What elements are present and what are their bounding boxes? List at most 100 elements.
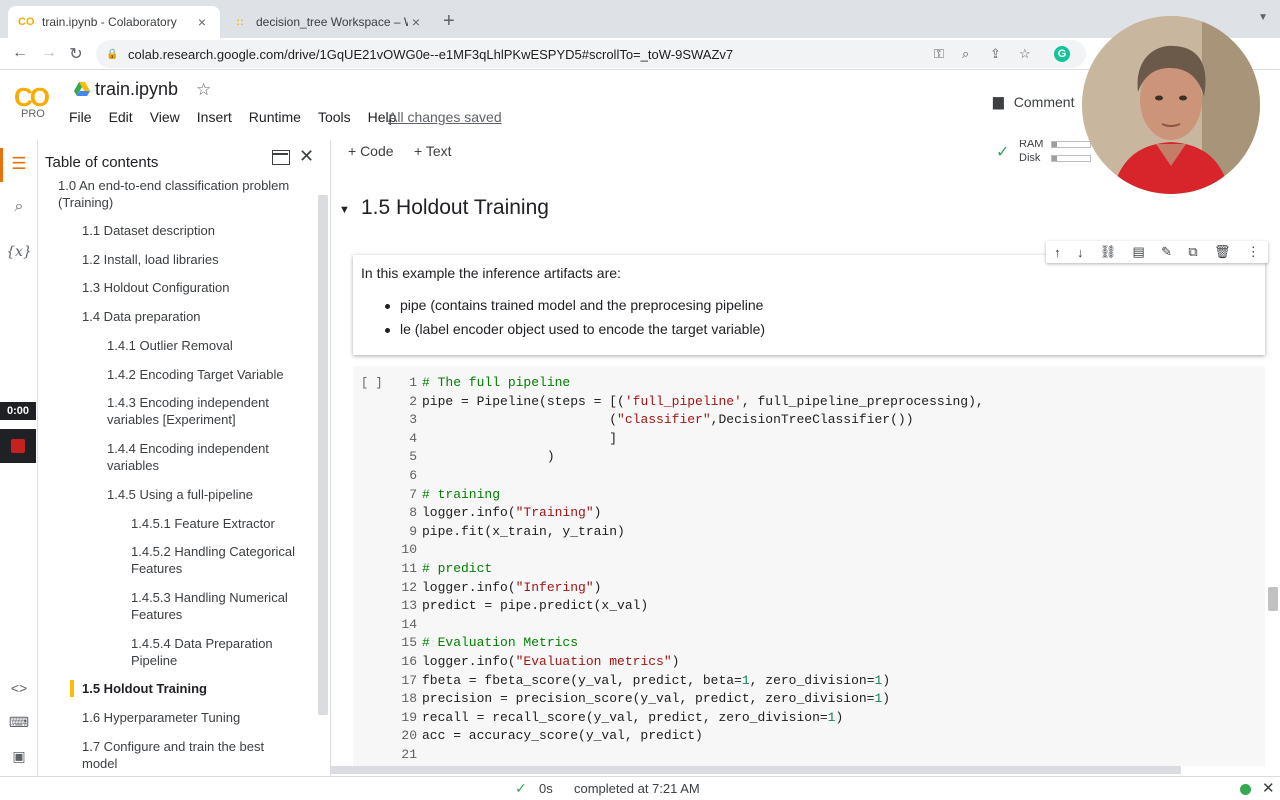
grammarly-extension-icon[interactable]: G [1054, 46, 1070, 62]
variables-icon[interactable]: {x} [0, 244, 38, 260]
toc-item[interactable]: 1.2 Install, load libraries [82, 251, 219, 268]
code-text: precision = precision_score(y_val, predi… [422, 691, 891, 707]
terminal-icon[interactable]: ▣ [0, 748, 38, 765]
menu-view[interactable]: View [150, 109, 180, 125]
toc-item[interactable]: 1.4.5.4 Data Preparation Pipeline [131, 635, 301, 669]
google-drive-icon[interactable] [74, 82, 90, 96]
more-icon[interactable]: ⋮ [1247, 244, 1260, 260]
forward-icon[interactable]: → [39, 44, 59, 62]
code-text: recall = recall_score(y_val, predict, ze… [422, 709, 844, 725]
edit-icon[interactable]: ✎ [1161, 244, 1172, 260]
section-heading: 1.5 Holdout Training [361, 196, 549, 219]
text-paragraph: In this example the inference artifacts … [361, 265, 621, 281]
toc-item[interactable]: 1.0 An end-to-end classification problem… [58, 177, 308, 211]
wandb-favicon-icon: :: [236, 16, 244, 28]
toc-item[interactable]: 1.4.5 Using a full-pipeline [107, 486, 253, 503]
code-text: # The full pipeline [422, 375, 571, 390]
close-tab-icon[interactable]: × [194, 14, 210, 30]
line-number: 11 [401, 561, 417, 576]
bullet-list: pipe (contains trained model and the pre… [383, 297, 765, 345]
comment-icon[interactable]: ▤ [1133, 244, 1145, 260]
menu-edit[interactable]: Edit [109, 109, 133, 125]
menu-runtime[interactable]: Runtime [249, 109, 301, 125]
bookmark-star-icon[interactable]: ☆ [1019, 46, 1031, 62]
add-code-button[interactable]: + Code [348, 143, 394, 159]
line-number: 15 [401, 635, 417, 651]
delete-icon[interactable]: 🗑 [1214, 244, 1231, 260]
toc-item[interactable]: 1.4.1 Outlier Removal [107, 337, 233, 354]
open-in-tab-icon[interactable] [272, 150, 290, 165]
toc-item[interactable]: 1.4.2 Encoding Target Variable [107, 366, 284, 383]
menu-tools[interactable]: Tools [318, 109, 351, 125]
move-up-icon[interactable]: ↑ [1054, 245, 1061, 260]
collapse-section-icon[interactable]: ▼ [339, 204, 350, 216]
reload-icon[interactable]: ↻ [66, 44, 86, 64]
disk-bar [1051, 155, 1091, 162]
add-text-button[interactable]: + Text [414, 143, 452, 159]
line-number: 9 [409, 523, 417, 539]
toc-item[interactable]: 1.6 Hyperparameter Tuning [82, 709, 240, 726]
comment-button[interactable]: ▆ Comment [993, 93, 1074, 110]
close-tab-icon[interactable]: × [408, 14, 424, 30]
text-cell[interactable]: In this example the inference artifacts … [353, 255, 1265, 355]
stop-recording-button[interactable] [0, 429, 36, 463]
key-icon[interactable]: ⚿ [934, 46, 944, 62]
toc-item[interactable]: 1.4.4 Encoding independent variables [107, 440, 297, 474]
browser-toolbar: ← → ↻ 🔒 colab.research.google.com/drive/… [0, 38, 1280, 70]
table-of-contents-icon[interactable]: ☰ [0, 154, 38, 174]
back-icon[interactable]: ← [10, 44, 30, 62]
line-number: 3 [409, 412, 417, 428]
toc-item[interactable]: 1.7 Configure and train the best model [82, 738, 292, 772]
line-number: 12 [401, 579, 417, 595]
close-panel-icon[interactable]: ✕ [299, 146, 314, 167]
notebook-title[interactable]: train.ipynb [95, 79, 178, 100]
table-of-contents-panel: Table of contents ✕ 1.0 An end-to-end cl… [38, 140, 331, 776]
line-number: 1 [409, 375, 417, 390]
lock-icon: 🔒 [106, 48, 119, 60]
menu-file[interactable]: File [69, 109, 92, 125]
code-snippets-icon[interactable]: <> [0, 680, 38, 696]
search-icon[interactable]: ⌕ [0, 198, 38, 216]
menu-insert[interactable]: Insert [197, 109, 232, 125]
star-icon[interactable]: ☆ [196, 80, 211, 100]
toc-item[interactable]: 1.1 Dataset description [82, 222, 215, 239]
url-text: colab.research.google.com/drive/1GqUE21v… [128, 46, 734, 62]
completion-time: completed at 7:21 AM [574, 781, 700, 796]
recording-timer: 0:00 [0, 402, 36, 420]
line-number: 14 [401, 616, 417, 632]
cell-toolbar: ↑ ↓ ⛓ ▤ ✎ ⧉ 🗑 ⋮ [1046, 241, 1268, 263]
execution-duration: 0s [539, 781, 553, 796]
toc-item-current[interactable]: 1.5 Holdout Training [82, 680, 207, 697]
code-text: acc = accuracy_score(y_val, predict) [422, 728, 703, 744]
colab-favicon-icon: CO [18, 16, 35, 28]
code-text: logger.info("Evaluation metrics") [422, 654, 680, 669]
horizontal-scrollbar[interactable] [331, 766, 1181, 774]
code-cell[interactable]: [ ] 1 # The full pipeline 2 pipe = Pipeline… [353, 366, 1265, 766]
mirror-cell-icon[interactable]: ⧉ [1188, 244, 1197, 260]
toc-item[interactable]: 1.4.3 Encoding independent variables [Ex… [107, 394, 297, 428]
tab-search-icon[interactable]: ▼ [1258, 12, 1268, 23]
line-number: 19 [401, 709, 417, 725]
menu-bar: File Edit View Insert Runtime Tools Help [69, 109, 413, 125]
notebook-area: + Code + Text ✓ RAM Disk ▼ 1.5 Holdout T… [331, 140, 1280, 776]
zoom-icon[interactable]: ⌕ [962, 46, 969, 62]
share-icon[interactable]: ⇪ [990, 46, 1001, 62]
move-down-icon[interactable]: ↓ [1077, 245, 1084, 260]
save-status-link[interactable]: All changes saved [388, 109, 502, 125]
new-tab-icon[interactable]: + [443, 10, 455, 33]
link-icon[interactable]: ⛓ [1100, 244, 1117, 260]
toc-item[interactable]: 1.3 Holdout Configuration [82, 279, 229, 296]
line-number: 13 [401, 598, 417, 614]
resources-indicator[interactable]: ✓ RAM Disk [996, 140, 1091, 164]
toc-item[interactable]: 1.4 Data preparation [82, 308, 201, 325]
close-status-icon[interactable]: ✕ [1262, 779, 1275, 797]
toc-item[interactable]: 1.4.5.3 Handling Numerical Features [131, 589, 311, 623]
browser-tab-colab[interactable]: CO train.ipynb - Colaboratory × [8, 6, 220, 38]
vertical-scrollbar-thumb[interactable] [1268, 587, 1278, 611]
toc-scrollbar[interactable] [318, 195, 328, 715]
toc-item[interactable]: 1.4.5.1 Feature Extractor [131, 515, 275, 532]
run-cell-button[interactable]: [ ] [361, 376, 383, 390]
command-palette-icon[interactable]: ⌨ [0, 714, 38, 731]
toc-item[interactable]: 1.4.5.2 Handling Categorical Features [131, 543, 311, 577]
browser-tab-workspace[interactable]: :: decision_tree Workspace – We × [222, 6, 434, 38]
